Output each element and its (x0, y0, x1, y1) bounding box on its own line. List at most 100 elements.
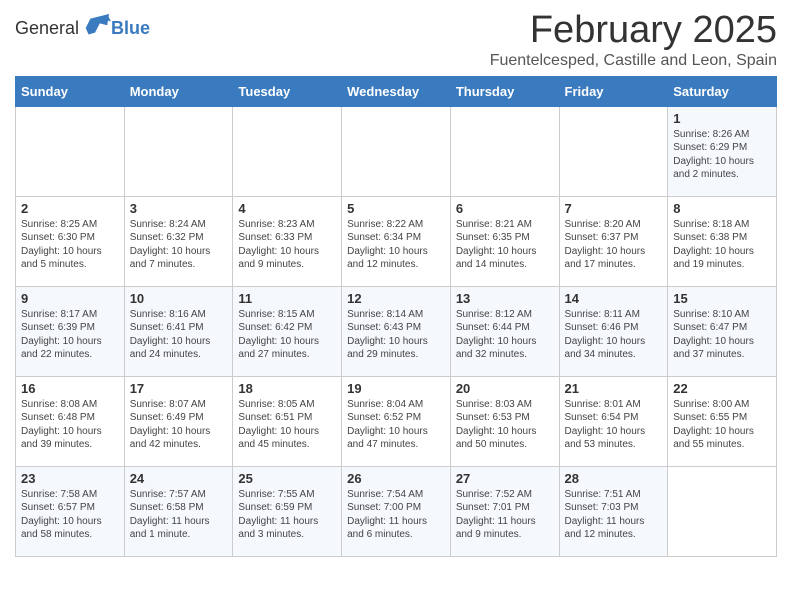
day-number: 13 (456, 291, 554, 306)
day-cell (342, 106, 451, 196)
day-cell: 15 Sunrise: 8:10 AM Sunset: 6:47 PM Dayli… (668, 286, 777, 376)
day-cell: 1Sunrise: 8:26 AM Sunset: 6:29 PM Daylig… (668, 106, 777, 196)
day-cell: 23 Sunrise: 7:58 AM Sunset: 6:57 PM Dayli… (16, 466, 125, 556)
day-cell: 27 Sunrise: 7:52 AM Sunset: 7:01 PM Dayli… (450, 466, 559, 556)
weekday-header-wednesday: Wednesday (342, 76, 451, 106)
day-cell: 11Sunrise: 8:15 AM Sunset: 6:42 PM Dayli… (233, 286, 342, 376)
day-cell: 17 Sunrise: 8:07 AM Sunset: 6:49 PM Dayli… (124, 376, 233, 466)
logo: General Blue (15, 14, 150, 42)
weekday-header-saturday: Saturday (668, 76, 777, 106)
day-info: Sunrise: 8:20 AM Sunset: 6:37 PM Dayligh… (565, 218, 663, 272)
day-info: Sunrise: 8:01 AM Sunset: 6:54 PM Dayligh… (565, 398, 663, 452)
day-cell: 16Sunrise: 8:08 AM Sunset: 6:48 PM Dayli… (16, 376, 125, 466)
day-info: Sunrise: 8:22 AM Sunset: 6:34 PM Dayligh… (347, 218, 445, 272)
day-info: Sunrise: 8:05 AM Sunset: 6:51 PM Dayligh… (238, 398, 336, 452)
day-info: Sunrise: 7:51 AM Sunset: 7:03 PM Dayligh… (565, 488, 663, 542)
day-info: Sunrise: 7:57 AM Sunset: 6:58 PM Dayligh… (130, 488, 228, 542)
day-cell (668, 466, 777, 556)
day-number: 7 (565, 201, 663, 216)
day-cell: 28Sunrise: 7:51 AM Sunset: 7:03 PM Dayli… (559, 466, 668, 556)
day-number: 24 (130, 471, 228, 486)
day-cell (559, 106, 668, 196)
page: General Blue February 2025 Fuentelcesped… (0, 0, 792, 572)
day-cell: 10 Sunrise: 8:16 AM Sunset: 6:41 PM Dayli… (124, 286, 233, 376)
day-number: 26 (347, 471, 445, 486)
weekday-header-sunday: Sunday (16, 76, 125, 106)
day-info: Sunrise: 8:11 AM Sunset: 6:46 PM Dayligh… (565, 308, 663, 362)
day-cell: 8Sunrise: 8:18 AM Sunset: 6:38 PM Daylig… (668, 196, 777, 286)
day-cell: 24 Sunrise: 7:57 AM Sunset: 6:58 PM Dayli… (124, 466, 233, 556)
day-cell (124, 106, 233, 196)
day-info: Sunrise: 7:55 AM Sunset: 6:59 PM Dayligh… (238, 488, 336, 542)
day-info: Sunrise: 8:10 AM Sunset: 6:47 PM Dayligh… (673, 308, 771, 362)
day-info: Sunrise: 8:21 AM Sunset: 6:35 PM Dayligh… (456, 218, 554, 272)
day-number: 4 (238, 201, 336, 216)
day-cell: 12Sunrise: 8:14 AM Sunset: 6:43 PM Dayli… (342, 286, 451, 376)
day-cell: 22Sunrise: 8:00 AM Sunset: 6:55 PM Dayli… (668, 376, 777, 466)
day-info: Sunrise: 8:17 AM Sunset: 6:39 PM Dayligh… (21, 308, 119, 362)
weekday-header-friday: Friday (559, 76, 668, 106)
weekday-header-row: SundayMondayTuesdayWednesdayThursdayFrid… (16, 76, 777, 106)
weekday-header-monday: Monday (124, 76, 233, 106)
day-number: 9 (21, 291, 119, 306)
day-number: 10 (130, 291, 228, 306)
location-title: Fuentelcesped, Castille and Leon, Spain (490, 52, 777, 70)
weekday-header-tuesday: Tuesday (233, 76, 342, 106)
day-cell: 26 Sunrise: 7:54 AM Sunset: 7:00 PM Dayli… (342, 466, 451, 556)
day-number: 8 (673, 201, 771, 216)
month-title: February 2025 (490, 10, 777, 52)
title-area: February 2025 Fuentelcesped, Castille an… (490, 10, 777, 70)
week-row-1: 1Sunrise: 8:26 AM Sunset: 6:29 PM Daylig… (16, 106, 777, 196)
day-cell: 5 Sunrise: 8:22 AM Sunset: 6:34 PM Daylig… (342, 196, 451, 286)
day-info: Sunrise: 7:54 AM Sunset: 7:00 PM Dayligh… (347, 488, 445, 542)
day-cell: 18 Sunrise: 8:05 AM Sunset: 6:51 PM Dayli… (233, 376, 342, 466)
day-number: 12 (347, 291, 445, 306)
day-info: Sunrise: 8:15 AM Sunset: 6:42 PM Dayligh… (238, 308, 336, 362)
day-cell (450, 106, 559, 196)
day-cell: 7 Sunrise: 8:20 AM Sunset: 6:37 PM Daylig… (559, 196, 668, 286)
day-info: Sunrise: 8:08 AM Sunset: 6:48 PM Dayligh… (21, 398, 119, 452)
day-cell: 4 Sunrise: 8:23 AM Sunset: 6:33 PM Daylig… (233, 196, 342, 286)
day-number: 6 (456, 201, 554, 216)
day-info: Sunrise: 8:16 AM Sunset: 6:41 PM Dayligh… (130, 308, 228, 362)
day-number: 20 (456, 381, 554, 396)
day-number: 18 (238, 381, 336, 396)
day-info: Sunrise: 8:24 AM Sunset: 6:32 PM Dayligh… (130, 218, 228, 272)
day-info: Sunrise: 8:07 AM Sunset: 6:49 PM Dayligh… (130, 398, 228, 452)
day-number: 2 (21, 201, 119, 216)
day-cell: 21 Sunrise: 8:01 AM Sunset: 6:54 PM Dayli… (559, 376, 668, 466)
day-cell (16, 106, 125, 196)
day-cell: 2Sunrise: 8:25 AM Sunset: 6:30 PM Daylig… (16, 196, 125, 286)
day-info: Sunrise: 8:23 AM Sunset: 6:33 PM Dayligh… (238, 218, 336, 272)
day-cell: 3 Sunrise: 8:24 AM Sunset: 6:32 PM Daylig… (124, 196, 233, 286)
day-info: Sunrise: 7:58 AM Sunset: 6:57 PM Dayligh… (21, 488, 119, 542)
day-info: Sunrise: 8:26 AM Sunset: 6:29 PM Dayligh… (673, 128, 771, 182)
day-number: 19 (347, 381, 445, 396)
day-cell: 25 Sunrise: 7:55 AM Sunset: 6:59 PM Dayli… (233, 466, 342, 556)
day-cell: 19 Sunrise: 8:04 AM Sunset: 6:52 PM Dayli… (342, 376, 451, 466)
day-number: 27 (456, 471, 554, 486)
day-number: 5 (347, 201, 445, 216)
day-cell: 13Sunrise: 8:12 AM Sunset: 6:44 PM Dayli… (450, 286, 559, 376)
header-area: General Blue February 2025 Fuentelcesped… (15, 10, 777, 70)
calendar-table: SundayMondayTuesdayWednesdayThursdayFrid… (15, 76, 777, 557)
week-row-5: 23 Sunrise: 7:58 AM Sunset: 6:57 PM Dayli… (16, 466, 777, 556)
day-cell (233, 106, 342, 196)
day-cell: 20Sunrise: 8:03 AM Sunset: 6:53 PM Dayli… (450, 376, 559, 466)
week-row-3: 9 Sunrise: 8:17 AM Sunset: 6:39 PM Daylig… (16, 286, 777, 376)
logo-text-blue: Blue (111, 18, 150, 39)
day-number: 21 (565, 381, 663, 396)
weekday-header-thursday: Thursday (450, 76, 559, 106)
day-info: Sunrise: 8:04 AM Sunset: 6:52 PM Dayligh… (347, 398, 445, 452)
day-info: Sunrise: 7:52 AM Sunset: 7:01 PM Dayligh… (456, 488, 554, 542)
week-row-4: 16Sunrise: 8:08 AM Sunset: 6:48 PM Dayli… (16, 376, 777, 466)
day-number: 17 (130, 381, 228, 396)
day-cell: 14Sunrise: 8:11 AM Sunset: 6:46 PM Dayli… (559, 286, 668, 376)
day-number: 15 (673, 291, 771, 306)
logo-text-general: General (15, 18, 79, 39)
day-number: 23 (21, 471, 119, 486)
day-number: 25 (238, 471, 336, 486)
day-number: 22 (673, 381, 771, 396)
day-number: 3 (130, 201, 228, 216)
day-cell: 9 Sunrise: 8:17 AM Sunset: 6:39 PM Daylig… (16, 286, 125, 376)
